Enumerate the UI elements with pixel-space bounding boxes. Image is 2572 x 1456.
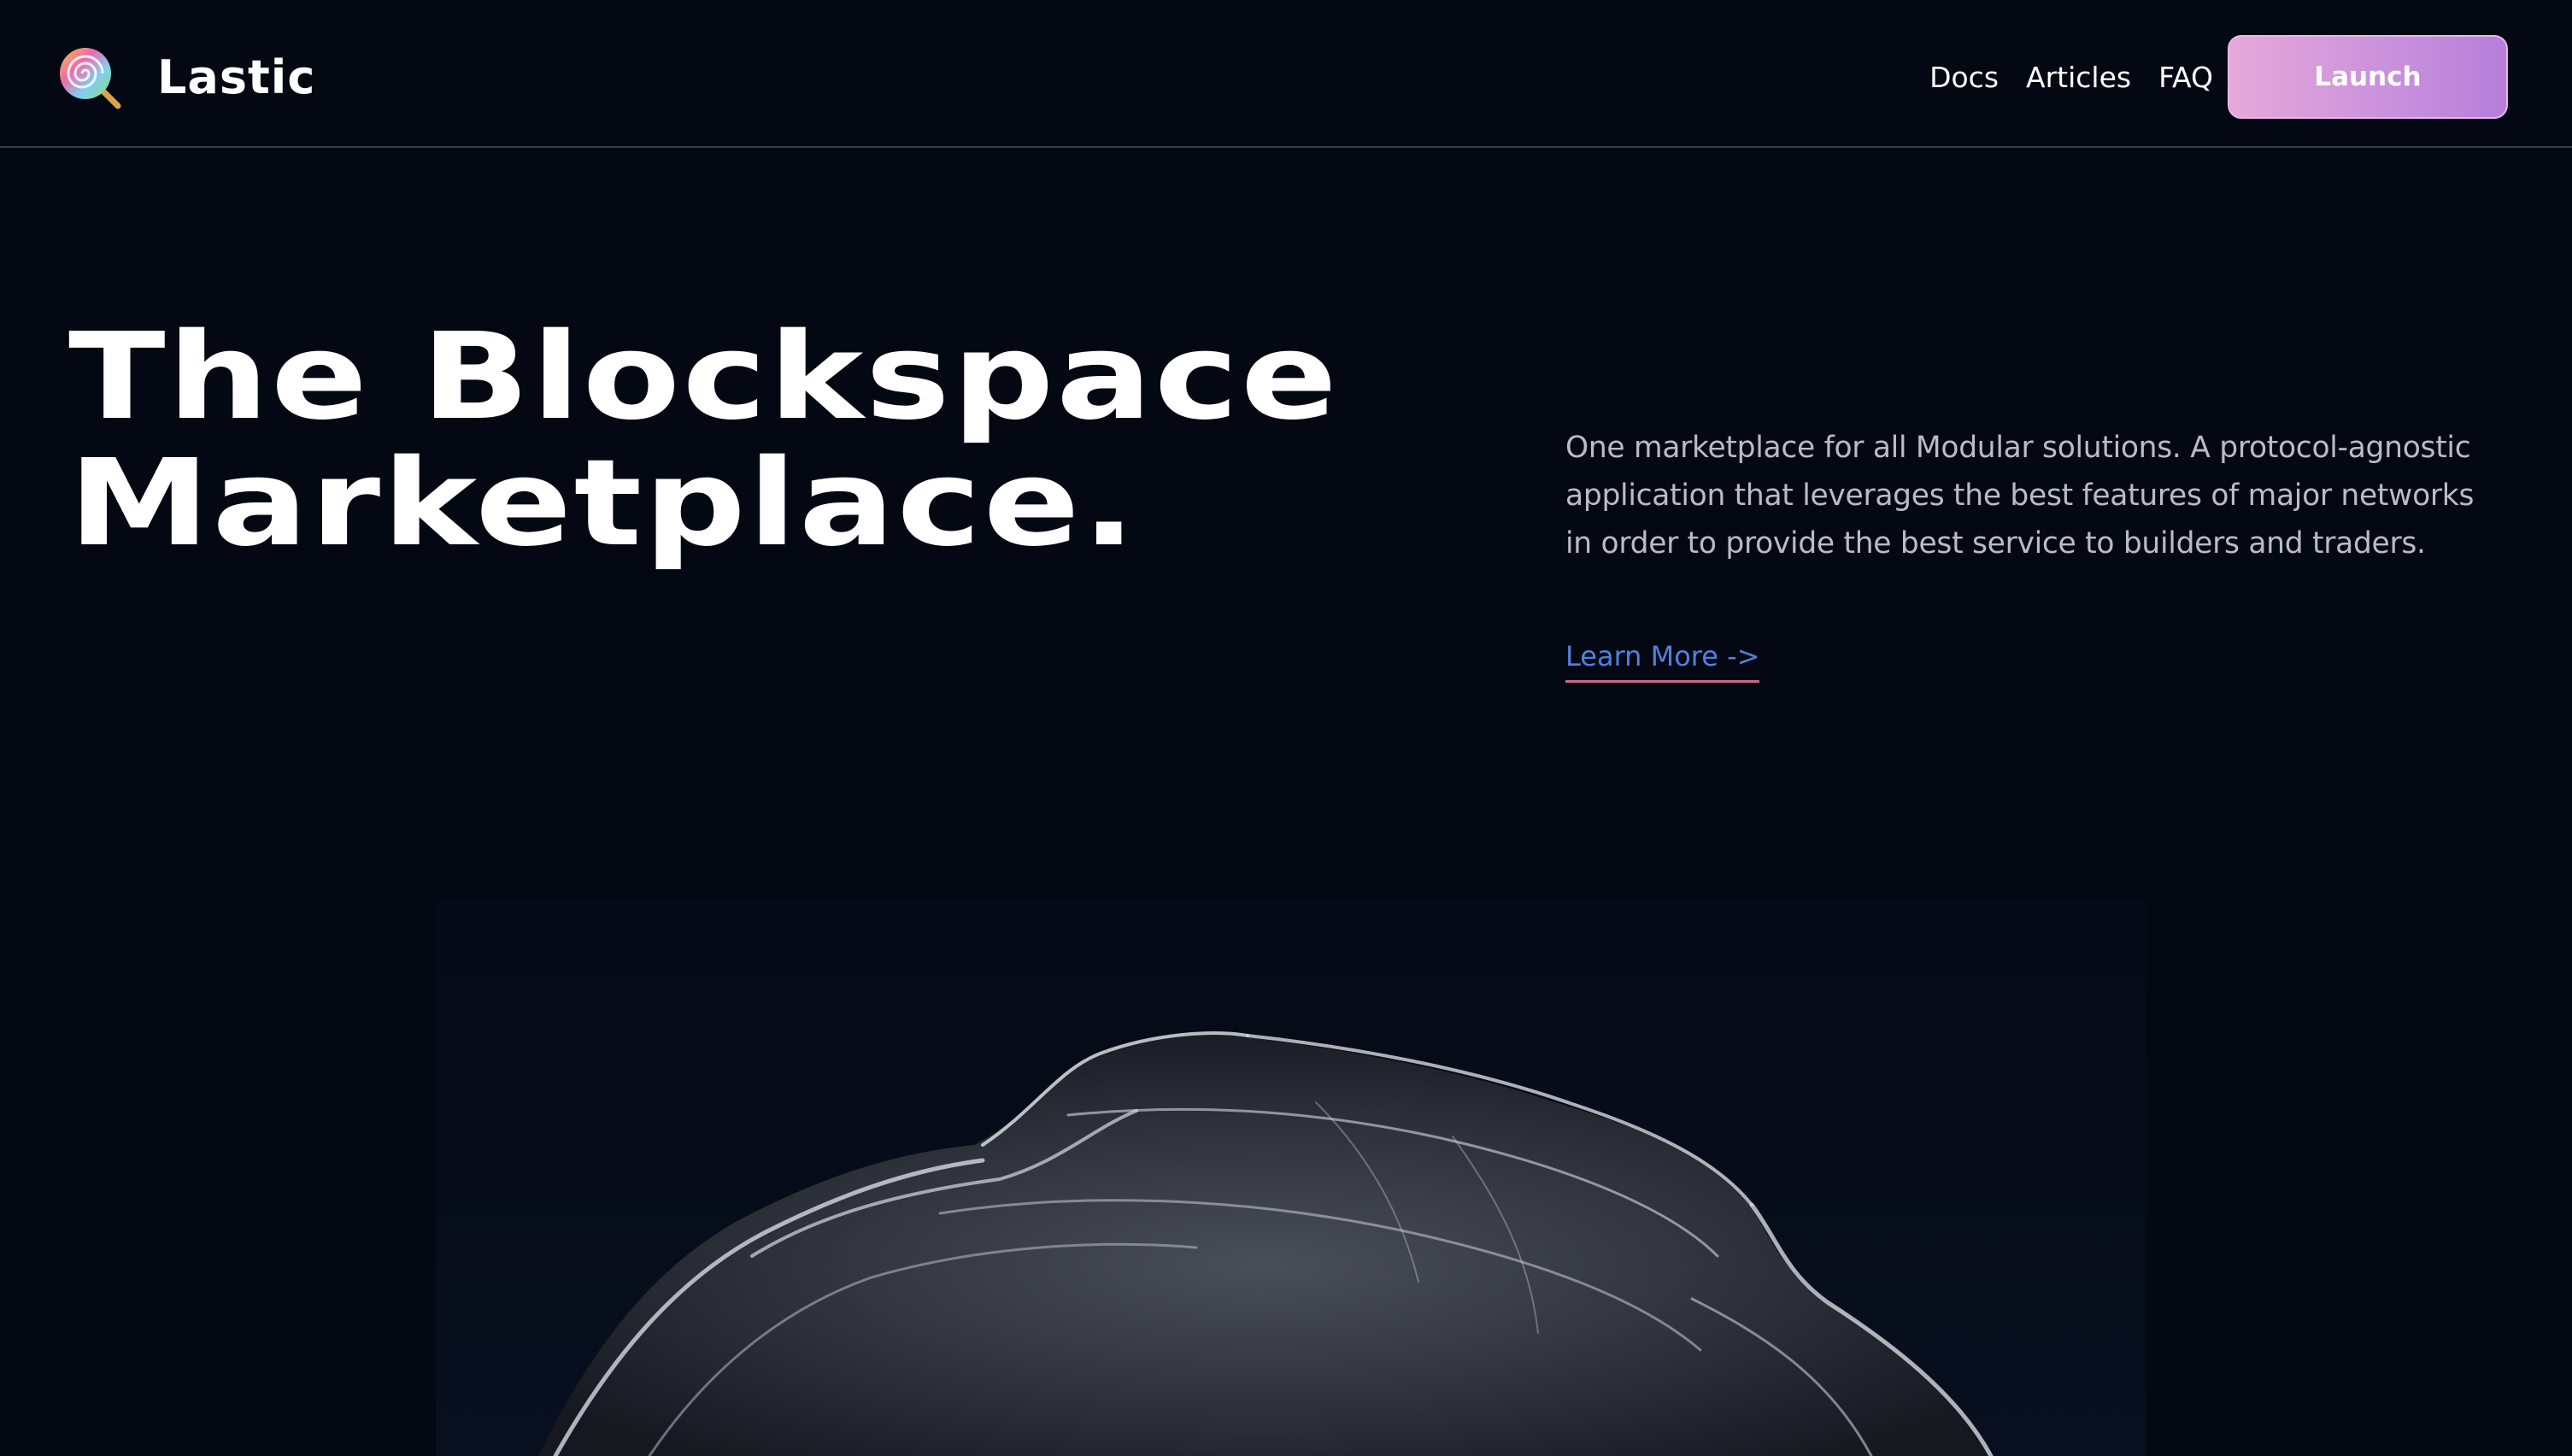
- top-navbar: Lastic Docs Articles FAQ Launch: [0, 0, 2572, 148]
- page: Lastic Docs Articles FAQ Launch The Bloc…: [0, 0, 2572, 1456]
- nav-articles-link[interactable]: Articles: [2026, 61, 2131, 94]
- nav-faq-link[interactable]: FAQ: [2158, 61, 2213, 94]
- hero-description: One marketplace for all Modular solution…: [1565, 431, 2475, 561]
- brand-name: Lastic: [157, 50, 316, 104]
- launch-button[interactable]: Launch: [2228, 35, 2508, 119]
- hero-title: The Blockspace Marketplace.: [68, 314, 1339, 567]
- lollipop-icon: [55, 43, 123, 111]
- learn-more-link[interactable]: Learn More ->: [1565, 636, 1760, 683]
- hero-title-line-1: The Blockspace: [68, 308, 1340, 447]
- brand[interactable]: Lastic: [55, 43, 315, 111]
- nav-docs-link[interactable]: Docs: [1929, 61, 1999, 94]
- hero-title-line-2: Marketplace.: [68, 434, 1138, 573]
- main-nav: Docs Articles FAQ Launch: [1929, 34, 2572, 120]
- hero-blob-visual: [436, 899, 2146, 1456]
